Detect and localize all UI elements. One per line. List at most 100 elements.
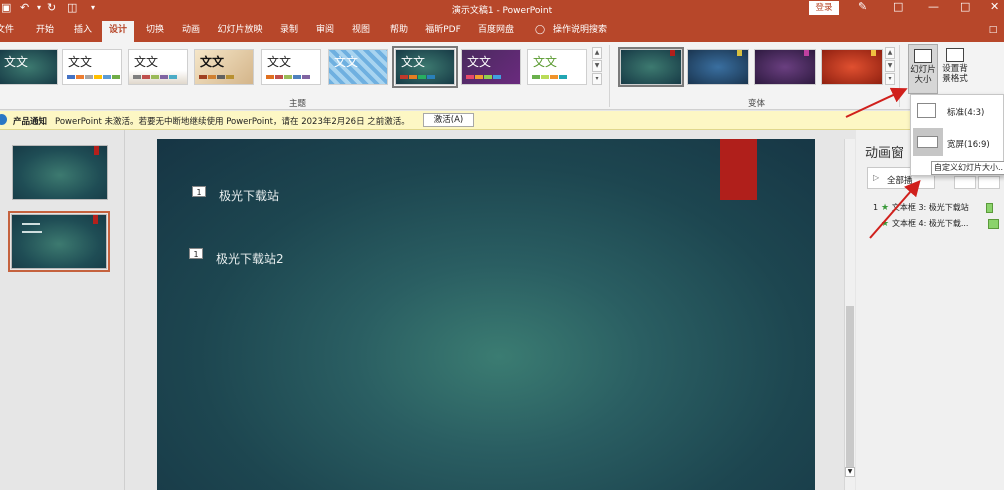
login-button[interactable]: 登录 — [809, 1, 839, 15]
tab-slideshow[interactable]: 幻灯片放映 — [214, 21, 266, 42]
play-icon: ▷ — [873, 173, 880, 182]
variants-more-icon[interactable]: ▾ — [885, 73, 895, 85]
timing-bar — [986, 203, 993, 213]
minimize-icon[interactable]: — — [928, 0, 939, 13]
variant-4[interactable] — [821, 49, 883, 85]
variants-scroll-down-icon[interactable]: ▼ — [885, 60, 895, 72]
variants-group-label: 变体 — [748, 99, 766, 109]
widescreen-slide-icon — [917, 136, 938, 148]
format-background-label-2: 景格式 — [942, 74, 968, 84]
theme-color-bars — [466, 75, 502, 79]
theme-color-bars — [400, 75, 436, 79]
lightbulb-icon: ◯ — [534, 25, 546, 35]
theme-sample-text: 文文 — [4, 55, 29, 69]
tab-record[interactable]: 录制 — [274, 21, 304, 42]
tab-transitions[interactable]: 切换 — [140, 21, 170, 42]
comments-icon[interactable]: □ — [986, 21, 1000, 42]
tab-baidu-netdisk[interactable]: 百度网盘 — [474, 21, 518, 42]
ribbon-display-options-icon[interactable]: □ — [893, 0, 903, 13]
slide-size-dropdown: 标准(4:3) 宽屏(16:9) 自定义幻灯片大小... — [910, 94, 1004, 176]
tab-insert[interactable]: 插入 — [68, 21, 98, 42]
star-icon: ★ — [880, 203, 890, 213]
theme-color-bars — [532, 75, 568, 79]
themes-more-icon[interactable]: ▾ — [592, 73, 602, 85]
notice-message: PowerPoint 未激活。若要无中断地继续使用 PowerPoint，请在 … — [55, 117, 410, 127]
thumb-text-line — [22, 223, 40, 225]
theme-color-bars — [133, 75, 178, 79]
theme-facet[interactable]: 文文 — [128, 49, 188, 85]
activate-button[interactable]: 激活(A) — [423, 113, 474, 127]
theme-pattern[interactable]: 文文 — [328, 49, 388, 85]
tab-home[interactable]: 开始 — [30, 21, 60, 42]
theme-1[interactable]: 文文 — [0, 49, 58, 85]
notice-title: 产品通知 — [13, 117, 48, 127]
theme-color-bars — [67, 75, 121, 79]
slide-size-button[interactable]: 幻灯片 大小 — [908, 44, 938, 94]
animation-pane: 动画窗 ▷ 全部播 1 ★ 文本框 3: 极光下载站 ★ 文本框 4: 极光下载… — [856, 130, 1004, 490]
tab-review[interactable]: 审阅 — [310, 21, 340, 42]
info-icon — [0, 114, 7, 125]
variants-scroll-up-icon[interactable]: ▲ — [885, 47, 895, 59]
theme-purple[interactable]: 文文 — [461, 49, 521, 85]
current-slide[interactable]: 1 极光下载站 1 极光下载站2 — [157, 139, 815, 490]
slide-thumbnails-pane — [0, 130, 125, 490]
group-divider — [609, 45, 610, 107]
activation-notice-bar: 产品通知 PowerPoint 未激活。若要无中断地继续使用 PowerPoin… — [0, 111, 1004, 130]
variant-2[interactable] — [687, 49, 749, 85]
themes-scroll-down-icon[interactable]: ▼ — [592, 60, 602, 72]
theme-green[interactable]: 文文 — [527, 49, 587, 85]
theme-sample-text: 文文 — [267, 55, 292, 69]
tab-foxit-pdf[interactable]: 福昕PDF — [422, 21, 464, 42]
theme-sample-text: 文文 — [401, 55, 426, 69]
animation-tag[interactable]: 1 — [189, 248, 203, 259]
move-down-button[interactable] — [978, 176, 1000, 189]
format-background-button[interactable]: 设置背 景格式 — [940, 44, 970, 94]
theme-sample-text: 文文 — [334, 55, 359, 69]
design-ribbon: 文文 文文 文文 文文 文文 文文 文文 文文 文文 ▲ ▼ ▾ 主题 ▲ ▼ … — [0, 42, 1004, 110]
tab-animations[interactable]: 动画 — [176, 21, 206, 42]
tab-file[interactable]: 文件 — [0, 21, 16, 42]
scrollbar-thumb[interactable] — [846, 306, 854, 468]
tab-help[interactable]: 帮助 — [384, 21, 414, 42]
standard-slide-icon — [917, 103, 936, 118]
slide-size-icon — [914, 49, 932, 63]
themes-group-label: 主题 — [289, 99, 307, 109]
tab-view[interactable]: 视图 — [346, 21, 376, 42]
theme-ink[interactable]: 文文 — [194, 49, 254, 85]
tab-design[interactable]: 设计 — [102, 21, 134, 42]
slide-thumbnail-2[interactable] — [8, 211, 110, 272]
theme-current[interactable]: 文文 — [392, 46, 458, 88]
animation-item-1[interactable]: 1 ★ 文本框 3: 极光下载站 — [873, 202, 1001, 215]
slide-size-label: 幻灯片 — [910, 65, 936, 75]
title-bar: ▣ ↶ ▾ ↻ ◫ ▾ 演示文稿1 - PowerPoint 登录 ✎ □ — … — [0, 0, 1004, 17]
animation-tag[interactable]: 1 — [192, 186, 206, 197]
slide-textbox-1[interactable]: 极光下载站 — [219, 187, 279, 204]
theme-sample-text: 文文 — [68, 55, 93, 69]
ribbon-tabs: 文件 开始 插入 设计 切换 动画 幻灯片放映 录制 审阅 视图 帮助 福昕PD… — [0, 17, 1004, 42]
theme-sample-text: 文文 — [134, 55, 159, 69]
pen-icon[interactable]: ✎ — [858, 0, 867, 13]
slide-thumbnail-1[interactable] — [12, 145, 108, 200]
tell-me-search[interactable]: 操作说明搜索 — [550, 21, 610, 42]
vertical-scrollbar[interactable]: ▼ — [844, 139, 855, 490]
theme-color-bars — [199, 75, 235, 79]
slide-textbox-2[interactable]: 极光下载站2 — [216, 250, 284, 267]
theme-color-bars — [266, 75, 311, 79]
animation-item-2[interactable]: ★ 文本框 4: 极光下载... — [881, 218, 1001, 231]
themes-scroll-up-icon[interactable]: ▲ — [592, 47, 602, 59]
standard-4-3-option[interactable]: 标准(4:3) — [911, 97, 1003, 127]
scroll-down-icon[interactable]: ▼ — [845, 467, 855, 477]
maximize-icon[interactable]: □ — [960, 0, 970, 13]
theme-retrospect[interactable]: 文文 — [261, 49, 321, 85]
standard-option-label: 标准(4:3) — [947, 108, 985, 118]
theme-office[interactable]: 文文 — [62, 49, 122, 85]
custom-slide-size-option[interactable]: 自定义幻灯片大小... — [931, 161, 1004, 175]
widescreen-16-9-option[interactable]: 宽屏(16:9) — [911, 128, 1003, 158]
move-up-button[interactable] — [954, 176, 976, 189]
animation-item-label: 文本框 3: 极光下载站 — [891, 203, 969, 212]
format-background-label: 设置背 — [942, 64, 968, 74]
variant-1[interactable] — [618, 47, 684, 87]
close-icon[interactable]: ✕ — [990, 0, 999, 13]
variant-3[interactable] — [754, 49, 816, 85]
thumb-text-line — [22, 231, 42, 233]
